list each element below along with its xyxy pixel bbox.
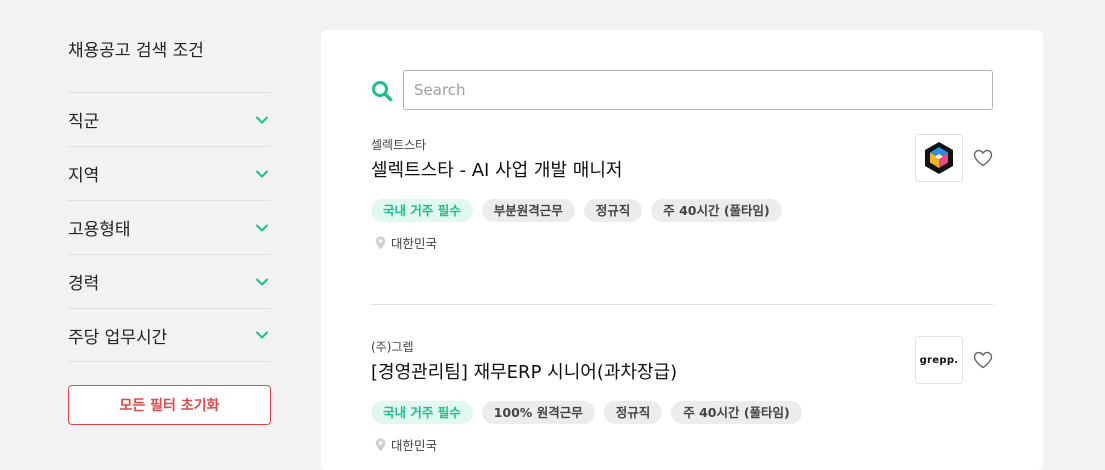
location-text: 대한민국 xyxy=(391,236,438,251)
filter-region[interactable]: 지역 xyxy=(68,146,271,200)
filter-label: 고용형태 xyxy=(68,220,131,240)
job-tags: 국내 거주 필수 100% 원격근무 정규직 주 40시간 (풀타임) xyxy=(371,401,993,424)
tag-remote: 부분원격근무 xyxy=(481,199,575,222)
tag-employment: 정규직 xyxy=(603,401,663,424)
reset-filters-button[interactable]: 모든 필터 초기화 xyxy=(68,385,271,425)
heart-icon[interactable] xyxy=(973,149,993,167)
job-title[interactable]: [경영관리팀] 재무ERP 시니어(과차장급) xyxy=(371,358,993,384)
grepp-logo: grepp. xyxy=(919,354,959,366)
filter-job-category[interactable]: 직군 xyxy=(68,92,271,146)
company-name: (주)그렙 xyxy=(371,340,414,354)
chevron-down-icon xyxy=(256,170,268,177)
company-logo: grepp. xyxy=(915,336,963,384)
chevron-down-icon xyxy=(256,116,268,123)
tag-hours: 주 40시간 (풀타임) xyxy=(671,401,802,424)
job-card[interactable]: 셀렉트스타 셀렉트스타 - AI 사업 개발 매니저 국내 거주 필수 부분원격… xyxy=(371,134,993,252)
job-location: 대한민국 xyxy=(371,435,993,454)
sidebar-title: 채용공고 검색 조건 xyxy=(68,41,204,61)
filter-experience[interactable]: 경력 xyxy=(68,254,271,308)
heart-icon[interactable] xyxy=(973,351,993,369)
tag-hours: 주 40시간 (풀타임) xyxy=(651,199,782,222)
divider xyxy=(371,304,993,305)
chevron-down-icon xyxy=(256,331,268,339)
selectstar-logo xyxy=(925,142,953,174)
filter-list: 직군 지역 고용형태 경력 주당 업무시간 xyxy=(68,92,271,362)
map-pin-icon xyxy=(375,236,386,249)
filter-label: 경력 xyxy=(68,274,100,294)
tag-residency: 국내 거주 필수 xyxy=(371,199,473,222)
job-list-panel: 셀렉트스타 셀렉트스타 - AI 사업 개발 매니저 국내 거주 필수 부분원격… xyxy=(321,30,1043,470)
filter-label: 직군 xyxy=(68,112,100,132)
tag-residency: 국내 거주 필수 xyxy=(371,401,473,424)
company-logo xyxy=(915,134,963,182)
tag-remote: 100% 원격근무 xyxy=(481,401,595,424)
search-input[interactable] xyxy=(403,70,993,110)
chevron-down-icon xyxy=(256,278,268,285)
filter-employment-type[interactable]: 고용형태 xyxy=(68,200,271,254)
tag-employment: 정규직 xyxy=(583,199,643,222)
company-name: 셀렉트스타 xyxy=(371,138,427,152)
location-text: 대한민국 xyxy=(391,438,438,453)
map-pin-icon xyxy=(375,438,386,451)
job-location: 대한민국 xyxy=(371,233,993,252)
chevron-down-icon xyxy=(256,224,268,231)
search-icon xyxy=(372,81,393,102)
job-title[interactable]: 셀렉트스타 - AI 사업 개발 매니저 xyxy=(371,156,993,182)
job-card[interactable]: (주)그렙 [경영관리팀] 재무ERP 시니어(과차장급) 국내 거주 필수 1… xyxy=(371,336,993,454)
filter-label: 주당 업무시간 xyxy=(68,327,168,348)
filter-label: 지역 xyxy=(68,166,100,186)
job-tags: 국내 거주 필수 부분원격근무 정규직 주 40시간 (풀타임) xyxy=(371,199,993,222)
filter-weekly-hours[interactable]: 주당 업무시간 xyxy=(68,308,271,362)
